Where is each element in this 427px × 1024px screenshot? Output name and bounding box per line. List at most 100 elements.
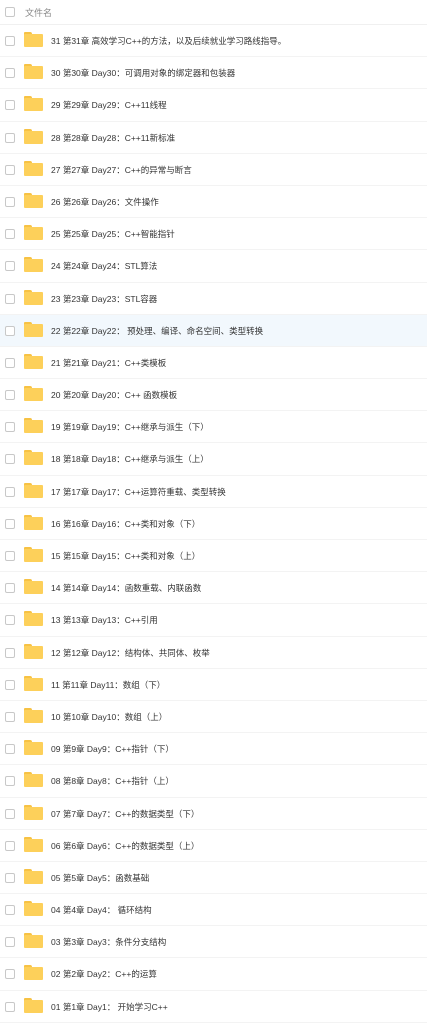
folder-row[interactable]: 17 第17章 Day17：C++运算符重载、类型转换 bbox=[0, 476, 427, 508]
column-header-filename[interactable]: 文件名 bbox=[25, 6, 52, 19]
row-checkbox[interactable] bbox=[5, 905, 15, 916]
row-checkbox[interactable] bbox=[5, 68, 15, 79]
folder-name-link[interactable]: 12 第12章 Day12：结构体、共同体、枚举 bbox=[51, 647, 210, 659]
folder-row[interactable]: 24 第24章 Day24：STL算法 bbox=[0, 250, 427, 283]
row-checkbox[interactable] bbox=[5, 647, 15, 658]
folder-row[interactable]: 23 第23章 Day23：STL容器 bbox=[0, 283, 427, 315]
row-checkbox[interactable] bbox=[5, 390, 15, 401]
folder-row[interactable]: 15 第15章 Day15：C++类和对象（上） bbox=[0, 540, 427, 573]
row-checkbox[interactable] bbox=[5, 422, 15, 433]
row-checkbox[interactable] bbox=[5, 583, 15, 594]
folder-row[interactable]: 02 第2章 Day2：C++的运算 bbox=[0, 958, 427, 991]
folder-name-link[interactable]: 17 第17章 Day17：C++运算符重载、类型转换 bbox=[51, 486, 226, 498]
folder-name-link[interactable]: 02 第2章 Day2：C++的运算 bbox=[51, 968, 157, 980]
folder-row[interactable]: 03 第3章 Day3：条件分支结构 bbox=[0, 926, 427, 959]
folder-row[interactable]: 20 第20章 Day20：C++ 函数模板 bbox=[0, 379, 427, 412]
folder-name-link[interactable]: 04 第4章 Day4： 循环结构 bbox=[51, 904, 152, 916]
folder-name-link[interactable]: 05 第5章 Day5：函数基础 bbox=[51, 872, 149, 884]
folder-row[interactable]: 07 第7章 Day7：C++的数据类型（下） bbox=[0, 798, 427, 830]
folder-row[interactable]: 06 第6章 Day6：C++的数据类型（上） bbox=[0, 830, 427, 862]
row-checkbox[interactable] bbox=[5, 196, 15, 207]
folder-name-link[interactable]: 15 第15章 Day15：C++类和对象（上） bbox=[51, 550, 200, 562]
row-checkbox[interactable] bbox=[5, 100, 15, 111]
folder-name-link[interactable]: 01 第1章 Day1： 开始学习C++ bbox=[51, 1001, 168, 1013]
folder-icon bbox=[24, 321, 43, 337]
row-checkbox[interactable] bbox=[5, 486, 15, 497]
folder-name-link[interactable]: 07 第7章 Day7：C++的数据类型（下） bbox=[51, 808, 199, 820]
folder-name-link[interactable]: 19 第19章 Day19：C++继承与派生（下） bbox=[51, 421, 209, 433]
folder-name-link[interactable]: 26 第26章 Day26：文件操作 bbox=[51, 196, 159, 208]
folder-row[interactable]: 08 第8章 Day8：C++指针（上） bbox=[0, 765, 427, 798]
folder-row[interactable]: 31 第31章 高效学习C++的方法，以及后续就业学习路线指导。 bbox=[0, 25, 427, 58]
folder-name-link[interactable]: 14 第14章 Day14：函数重载、内联函数 bbox=[51, 582, 201, 594]
folder-name-link[interactable]: 25 第25章 Day25：C++智能指针 bbox=[51, 228, 175, 240]
folder-name-link[interactable]: 30 第30章 Day30：可调用对象的绑定器和包装器 bbox=[51, 67, 235, 79]
row-checkbox[interactable] bbox=[5, 872, 15, 883]
row-checkbox[interactable] bbox=[5, 969, 15, 980]
folder-row[interactable]: 22 第22章 Day22： 预处理、编译、命名空间、类型转换 bbox=[0, 314, 427, 347]
folder-name-link[interactable]: 10 第10章 Day10：数组（上） bbox=[51, 711, 167, 723]
folder-name-link[interactable]: 23 第23章 Day23：STL容器 bbox=[51, 293, 157, 305]
folder-name-link[interactable]: 16 第16章 Day16：C++类和对象（下） bbox=[51, 518, 200, 530]
folder-row[interactable]: 04 第4章 Day4： 循环结构 bbox=[0, 894, 427, 927]
folder-name-link[interactable]: 11 第11章 Day11：数组（下） bbox=[51, 679, 165, 691]
folder-name-link[interactable]: 21 第21章 Day21：C++类模板 bbox=[51, 357, 166, 369]
row-checkbox[interactable] bbox=[5, 261, 15, 272]
row-checkbox[interactable] bbox=[5, 518, 15, 529]
folder-icon bbox=[24, 128, 43, 144]
folder-row[interactable]: 30 第30章 Day30：可调用对象的绑定器和包装器 bbox=[0, 57, 427, 90]
row-checkbox[interactable] bbox=[5, 229, 15, 240]
folder-name-link[interactable]: 08 第8章 Day8：C++指针（上） bbox=[51, 775, 174, 787]
row-checkbox[interactable] bbox=[5, 325, 15, 336]
folder-row[interactable]: 28 第28章 Day28：C++11新标准 bbox=[0, 122, 427, 154]
row-checkbox[interactable] bbox=[5, 744, 15, 755]
row-checkbox[interactable] bbox=[5, 454, 15, 465]
folder-name-link[interactable]: 22 第22章 Day22： 预处理、编译、命名空间、类型转换 bbox=[51, 325, 263, 337]
row-checkbox[interactable] bbox=[5, 679, 15, 690]
folder-row[interactable]: 29 第29章 Day29：C++11线程 bbox=[0, 89, 427, 122]
row-checkbox[interactable] bbox=[5, 808, 15, 819]
row-checkbox[interactable] bbox=[5, 711, 15, 722]
row-checkbox[interactable] bbox=[5, 840, 15, 851]
folder-icon bbox=[24, 386, 43, 402]
folder-name-link[interactable]: 03 第3章 Day3：条件分支结构 bbox=[51, 936, 166, 948]
folder-name-link[interactable]: 20 第20章 Day20：C++ 函数模板 bbox=[51, 389, 177, 401]
folder-row[interactable]: 21 第21章 Day21：C++类模板 bbox=[0, 347, 427, 380]
folder-name-link[interactable]: 27 第27章 Day27：C++的异常与断言 bbox=[51, 164, 192, 176]
row-checkbox[interactable] bbox=[5, 1001, 15, 1012]
folder-row[interactable]: 10 第10章 Day10：数组（上） bbox=[0, 701, 427, 734]
folder-name-link[interactable]: 29 第29章 Day29：C++11线程 bbox=[51, 99, 167, 111]
folder-row[interactable]: 05 第5章 Day5：函数基础 bbox=[0, 862, 427, 895]
folder-row[interactable]: 12 第12章 Day12：结构体、共同体、枚举 bbox=[0, 637, 427, 669]
folder-name-link[interactable]: 24 第24章 Day24：STL算法 bbox=[51, 260, 157, 272]
folder-name-link[interactable]: 18 第18章 Day18：C++继承与派生（上） bbox=[51, 453, 209, 465]
folder-row[interactable]: 27 第27章 Day27：C++的异常与断言 bbox=[0, 154, 427, 186]
row-checkbox[interactable] bbox=[5, 132, 15, 143]
folder-row[interactable]: 09 第9章 Day9：C++指针（下） bbox=[0, 733, 427, 766]
folder-name-link[interactable]: 28 第28章 Day28：C++11新标准 bbox=[51, 132, 175, 144]
row-checkbox[interactable] bbox=[5, 551, 15, 561]
row-checkbox[interactable] bbox=[5, 615, 15, 626]
folder-row[interactable]: 01 第1章 Day1： 开始学习C++ bbox=[0, 991, 427, 1023]
row-checkbox[interactable] bbox=[5, 776, 15, 787]
folder-row[interactable]: 25 第25章 Day25：C++智能指针 bbox=[0, 218, 427, 251]
row-checkbox[interactable] bbox=[5, 293, 15, 304]
folder-row[interactable]: 13 第13章 Day13：C++引用 bbox=[0, 604, 427, 637]
folder-row[interactable]: 19 第19章 Day19：C++继承与派生（下） bbox=[0, 411, 427, 444]
row-checkbox[interactable] bbox=[5, 164, 15, 175]
folder-row[interactable]: 16 第16章 Day16：C++类和对象（下） bbox=[0, 508, 427, 540]
folder-row[interactable]: 11 第11章 Day11：数组（下） bbox=[0, 669, 427, 701]
folder-row[interactable]: 14 第14章 Day14：函数重载、内联函数 bbox=[0, 572, 427, 605]
folder-icon bbox=[24, 611, 43, 627]
select-all-checkbox[interactable] bbox=[5, 7, 15, 17]
row-checkbox[interactable] bbox=[5, 937, 15, 948]
row-checkbox[interactable] bbox=[5, 36, 15, 46]
folder-name-link[interactable]: 31 第31章 高效学习C++的方法，以及后续就业学习路线指导。 bbox=[51, 35, 286, 47]
folder-name-link[interactable]: 06 第6章 Day6：C++的数据类型（上） bbox=[51, 840, 199, 852]
folder-row[interactable]: 26 第26章 Day26：文件操作 bbox=[0, 186, 427, 219]
folder-icon bbox=[24, 579, 43, 595]
folder-name-link[interactable]: 13 第13章 Day13：C++引用 bbox=[51, 614, 158, 626]
folder-row[interactable]: 18 第18章 Day18：C++继承与派生（上） bbox=[0, 443, 427, 476]
row-checkbox[interactable] bbox=[5, 357, 15, 368]
folder-name-link[interactable]: 09 第9章 Day9：C++指针（下） bbox=[51, 743, 174, 755]
